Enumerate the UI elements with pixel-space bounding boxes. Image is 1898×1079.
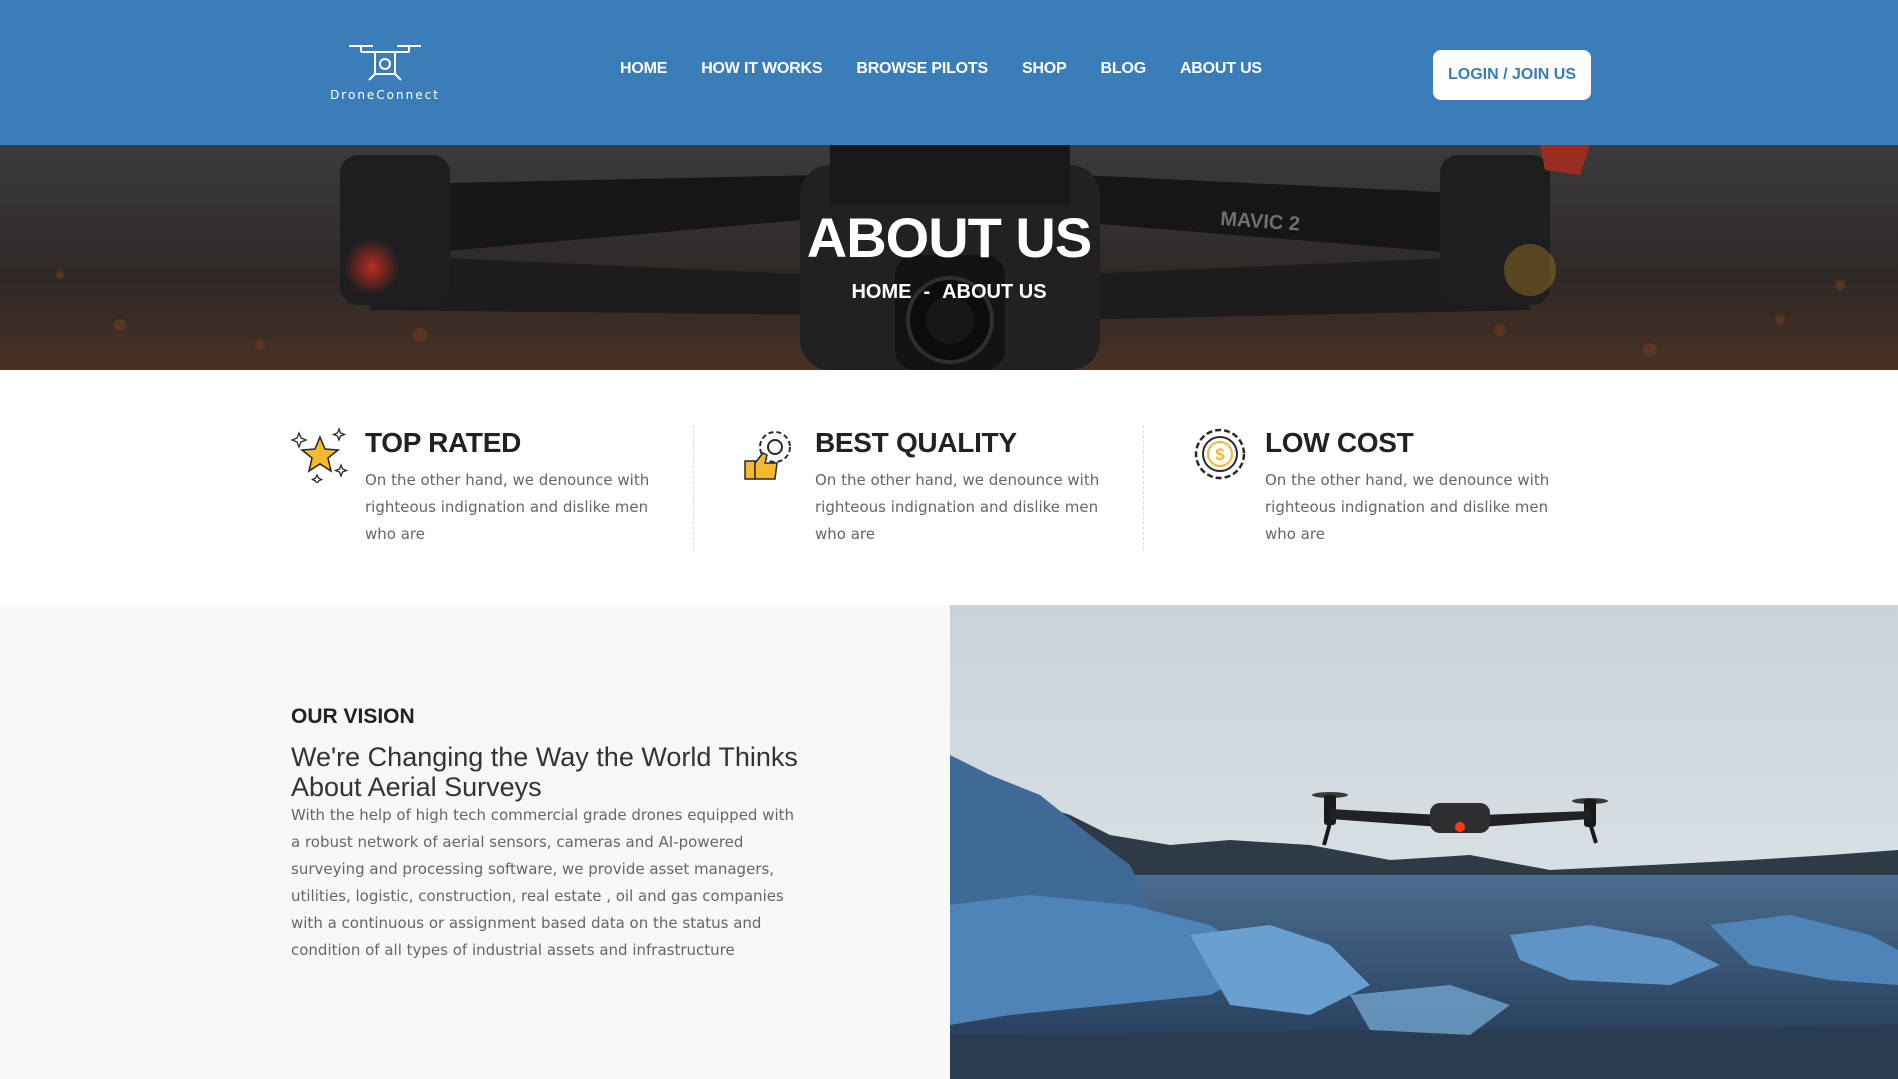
hero-banner: MAVIC 2 ABOUT US HOME - ABOUT US bbox=[0, 145, 1898, 370]
feature-text: On the other hand, we denounce with righ… bbox=[365, 471, 650, 543]
login-join-button[interactable]: LOGIN / JOIN US bbox=[1433, 50, 1591, 100]
feature-title: LOW COST bbox=[1265, 427, 1414, 458]
vision-text: With the help of high tech commercial gr… bbox=[291, 806, 795, 959]
gear-thumbs-up-icon bbox=[744, 431, 791, 480]
svg-text:$: $ bbox=[1215, 445, 1225, 464]
nav-blog[interactable]: BLOG bbox=[1101, 60, 1147, 78]
drone-logo-icon bbox=[349, 45, 421, 81]
nav-shop[interactable]: SHOP bbox=[1022, 60, 1067, 78]
breadcrumb-home[interactable]: HOME bbox=[851, 281, 911, 303]
breadcrumb: HOME - ABOUT US bbox=[0, 281, 1898, 304]
breadcrumb-current: ABOUT US bbox=[942, 281, 1047, 303]
feature-title: TOP RATED bbox=[365, 427, 521, 458]
breadcrumb-separator: - bbox=[923, 281, 931, 303]
page-title: ABOUT US bbox=[806, 206, 1092, 269]
feature-text: On the other hand, we denounce with righ… bbox=[815, 471, 1100, 543]
features-section: TOP RATED On the other hand, we denounce… bbox=[0, 370, 1898, 605]
feature-title: BEST QUALITY bbox=[815, 427, 1017, 458]
vision-heading: We're Changing the Way the World Thinks … bbox=[291, 742, 798, 802]
star-award-icon bbox=[291, 427, 349, 483]
feature-divider bbox=[693, 425, 694, 550]
vision-label: OUR VISION bbox=[291, 705, 415, 728]
nav-home[interactable]: HOME bbox=[620, 60, 667, 78]
logo[interactable]: DroneConnect bbox=[290, 40, 480, 110]
logo-text: DroneConnect bbox=[330, 88, 440, 102]
nav-browse-pilots[interactable]: BROWSE PILOTS bbox=[856, 60, 988, 78]
dollar-gear-icon: $ bbox=[1194, 428, 1246, 480]
nav-how-it-works[interactable]: HOW IT WORKS bbox=[701, 60, 822, 78]
vision-section: OUR VISION We're Changing the Way the Wo… bbox=[0, 605, 950, 1079]
drone-over-ice-image bbox=[950, 605, 1898, 1079]
feature-best-quality: BEST QUALITY On the other hand, we denou… bbox=[741, 425, 1141, 550]
landscape-photo bbox=[950, 605, 1898, 1079]
site-header: DroneConnect HOME HOW IT WORKS BROWSE PI… bbox=[0, 0, 1898, 145]
feature-text: On the other hand, we denounce with righ… bbox=[1265, 471, 1550, 543]
nav-about-us[interactable]: ABOUT US bbox=[1180, 60, 1262, 78]
main-nav: HOME HOW IT WORKS BROWSE PILOTS SHOP BLO… bbox=[620, 60, 1296, 78]
feature-divider bbox=[1143, 425, 1144, 550]
feature-top-rated: TOP RATED On the other hand, we denounce… bbox=[291, 425, 691, 550]
feature-low-cost: $ LOW COST On the other hand, we denounc… bbox=[1191, 425, 1591, 550]
